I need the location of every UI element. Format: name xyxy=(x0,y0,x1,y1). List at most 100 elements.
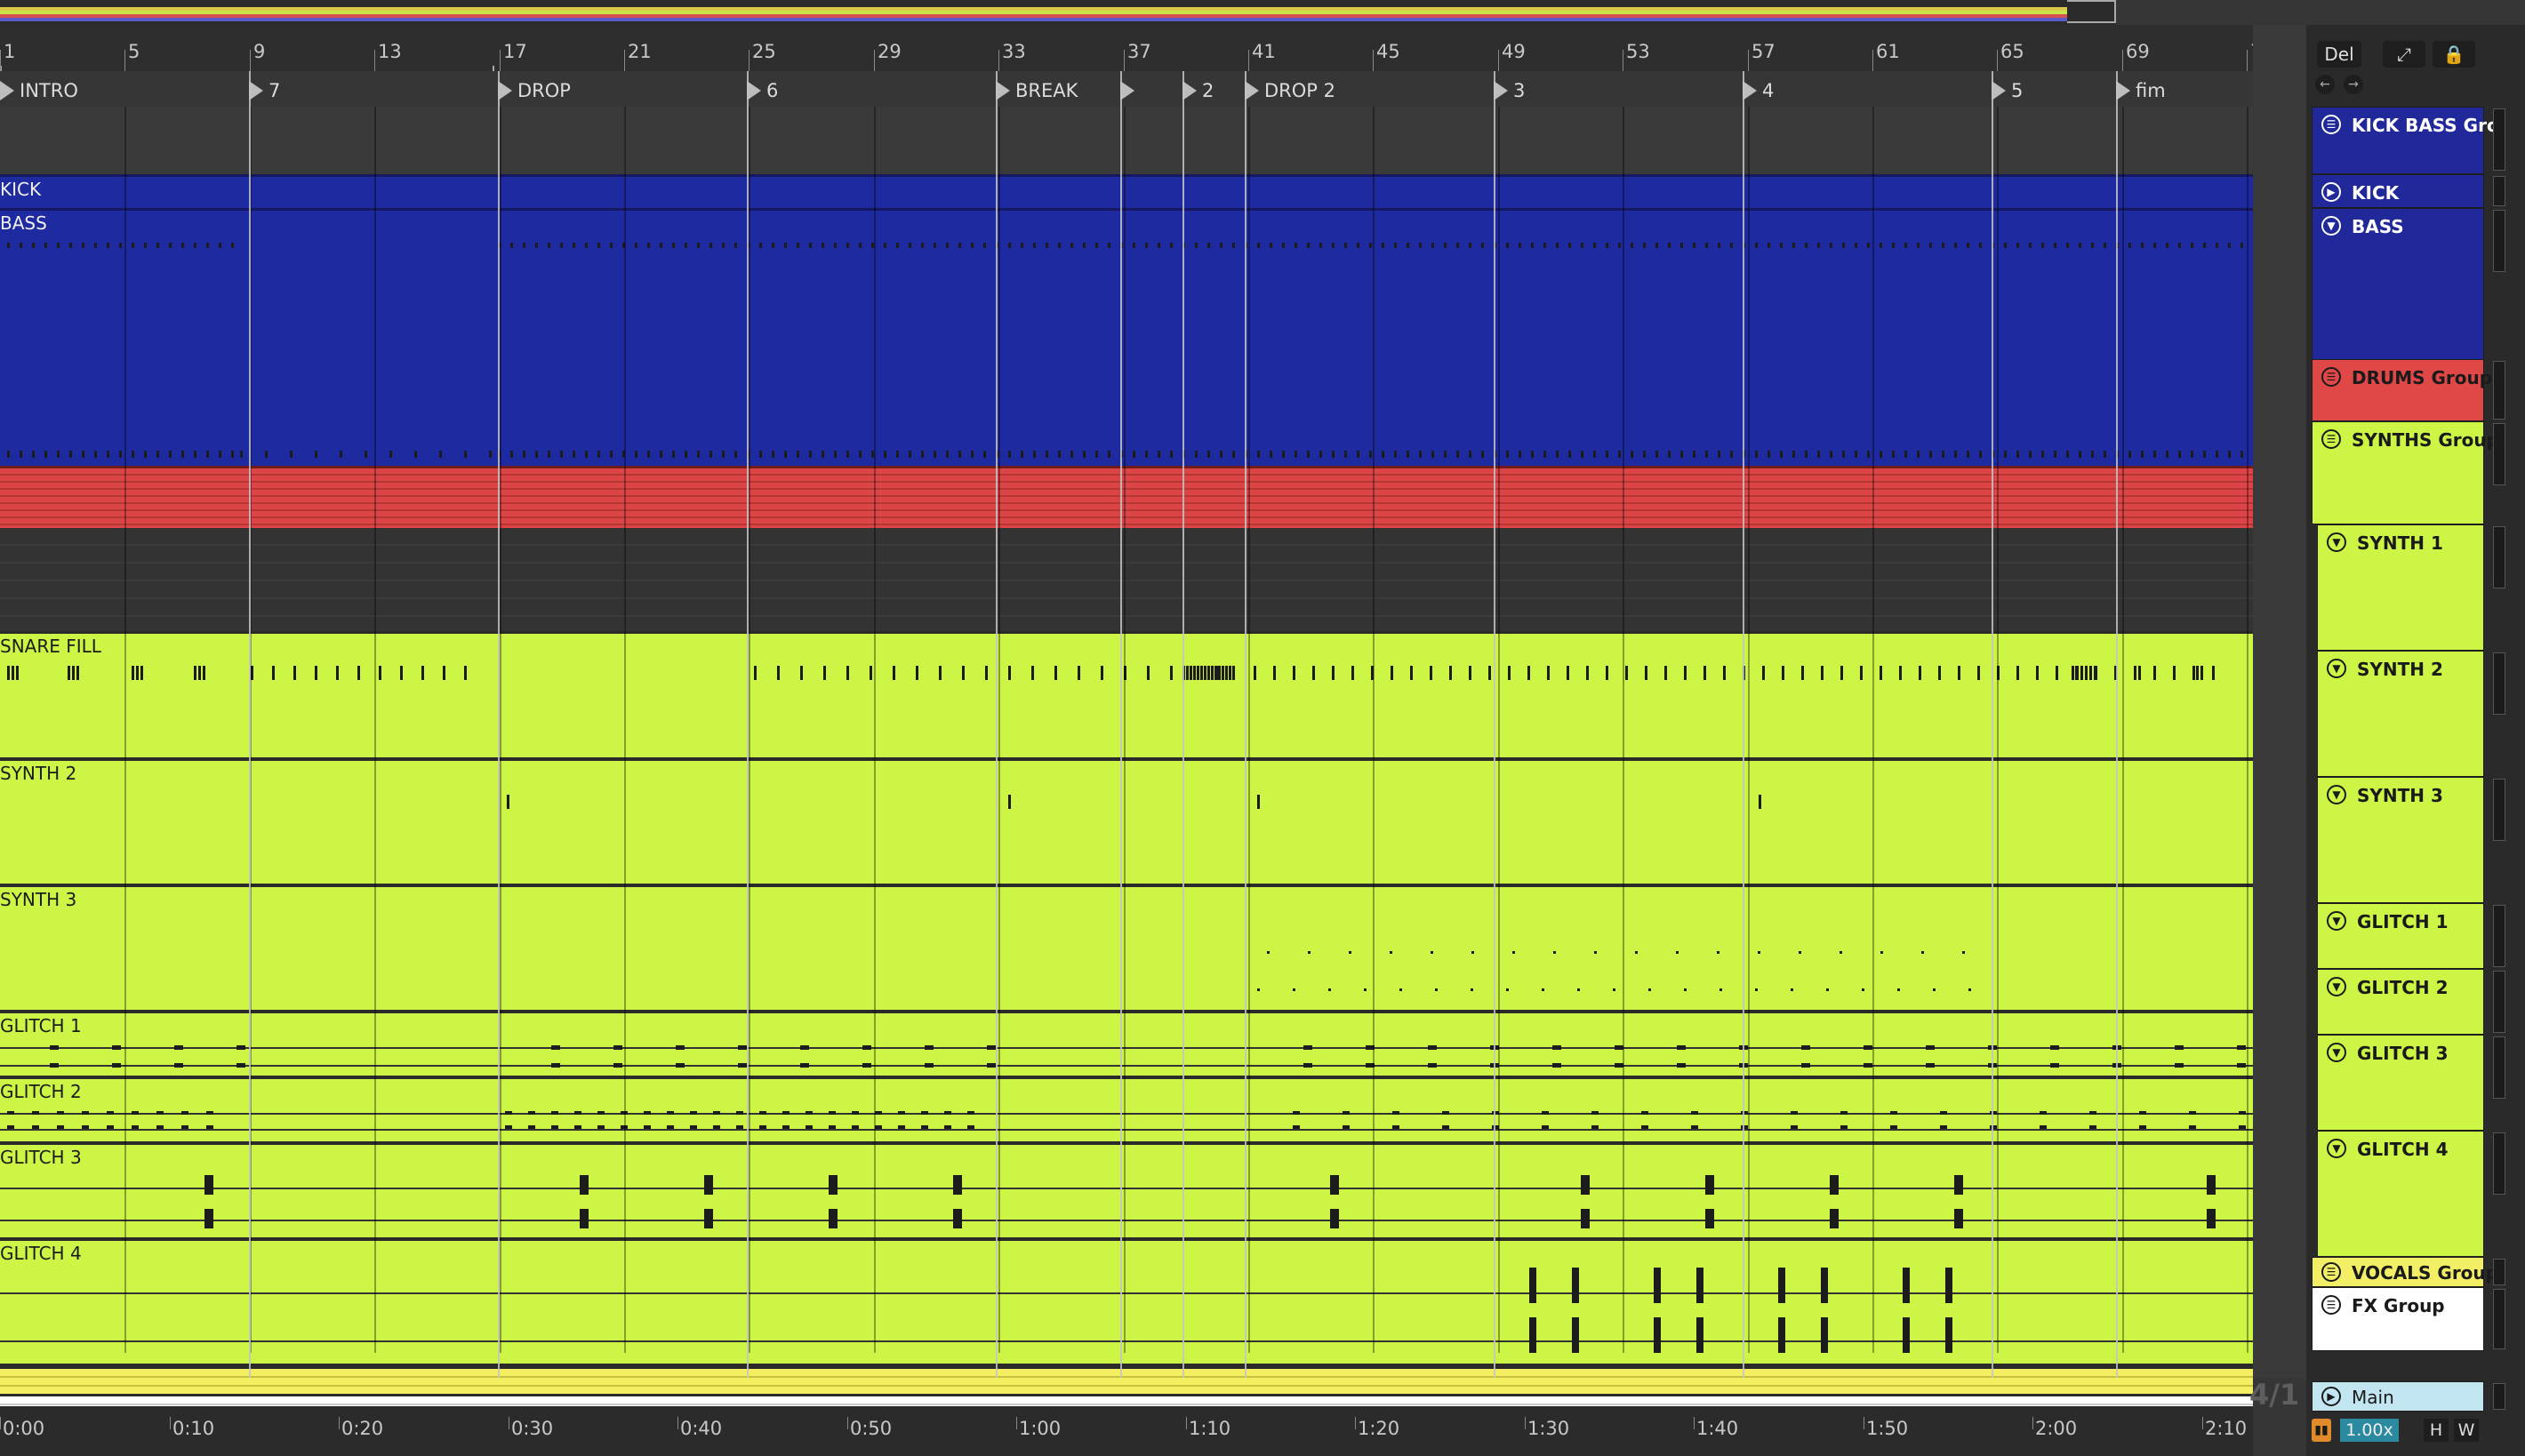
time-ruler[interactable]: 0:00 0:10 0:20 0:30 0:40 0:50 1:00 1:10 1:20 1:30… xyxy=(0,1406,2253,1456)
locator[interactable]: 3 xyxy=(1494,80,1525,101)
track-fold-icon[interactable]: ▼ xyxy=(2327,1139,2346,1158)
bar-tick xyxy=(374,50,375,71)
note xyxy=(535,451,538,458)
track-header-vocals-group[interactable]: ☰ VOCALS Group xyxy=(2312,1257,2498,1287)
lane-bass[interactable]: BASS xyxy=(0,208,2253,466)
locator-play-icon[interactable] xyxy=(1992,81,2006,100)
note xyxy=(846,666,849,680)
track-header-kick-bass-group[interactable]: ☰ KICK BASS Gro xyxy=(2312,107,2499,174)
note xyxy=(169,243,172,248)
clip xyxy=(690,1125,697,1129)
lane-kick-bass-group[interactable] xyxy=(0,107,2253,174)
track-header-kick[interactable]: ▶ KICK xyxy=(2312,174,2484,208)
overview-viewport[interactable] xyxy=(2067,0,2116,23)
lane-drums-group[interactable] xyxy=(0,466,2253,528)
locator[interactable]: 7 xyxy=(249,80,280,101)
lane-kick[interactable]: KICK xyxy=(0,174,2253,208)
note xyxy=(1967,243,1969,248)
track-header-drums-group[interactable]: ☰ DRUMS Group xyxy=(2312,359,2492,421)
track-fold-icon[interactable]: ▼ xyxy=(2327,911,2346,931)
track-header-glitch-3[interactable]: ▼ GLITCH 3 xyxy=(2317,1035,2484,1131)
song-overview[interactable] xyxy=(0,0,2116,26)
arrow-right-icon[interactable]: → xyxy=(2344,75,2363,94)
clip xyxy=(236,1063,245,1068)
locator[interactable]: 4 xyxy=(1743,80,1774,101)
lane-glitch-3[interactable]: GLITCH 3 xyxy=(0,1141,2253,1237)
delete-button[interactable]: Del xyxy=(2317,41,2361,68)
lane-synth-2[interactable]: SYNTH 2 xyxy=(0,757,2253,884)
lane-glitch-2[interactable]: GLITCH 2 xyxy=(0,1076,2253,1141)
locator-play-icon[interactable] xyxy=(1245,81,1259,100)
track-fold-icon[interactable]: ▼ xyxy=(2327,532,2346,552)
group-fold-icon[interactable]: ☰ xyxy=(2321,115,2341,134)
locator-play-icon[interactable] xyxy=(1120,81,1134,100)
locator[interactable] xyxy=(1120,80,1140,101)
locator[interactable]: 5 xyxy=(1992,80,2023,101)
locator[interactable]: INTRO xyxy=(0,80,78,101)
note xyxy=(498,451,501,458)
locator-play-icon[interactable] xyxy=(1182,81,1197,100)
locator-play-icon[interactable] xyxy=(2116,81,2130,100)
locator[interactable]: 2 xyxy=(1182,80,1214,101)
beat-time-ruler[interactable]: 15913172125293337414549535761656973 xyxy=(0,25,2274,76)
track-fold-icon[interactable]: ▼ xyxy=(2321,216,2341,236)
note xyxy=(1684,988,1687,991)
locator-play-icon[interactable] xyxy=(0,81,14,100)
track-header-synth-2[interactable]: ▼ SYNTH 2 xyxy=(2317,651,2484,777)
track-fold-icon[interactable]: ▼ xyxy=(2327,659,2346,678)
track-header-glitch-2[interactable]: ▼ GLITCH 2 xyxy=(2317,969,2484,1035)
track-header-synth-1[interactable]: ▼ SYNTH 1 xyxy=(2317,524,2484,651)
clip xyxy=(690,1111,697,1115)
arrow-left-icon[interactable]: ← xyxy=(2315,75,2335,94)
expand-icon[interactable]: ⤢ xyxy=(2383,41,2425,68)
locator[interactable]: DROP xyxy=(498,80,571,101)
lane-snare-fill[interactable]: SNARE FILL xyxy=(0,631,2253,757)
group-fold-icon[interactable]: ☰ xyxy=(2321,429,2341,449)
locator[interactable]: fim xyxy=(2116,80,2166,101)
locator-play-icon[interactable] xyxy=(249,81,263,100)
bar-number: 9 xyxy=(253,41,266,62)
group-fold-icon[interactable]: ☰ xyxy=(2321,367,2341,387)
lane-glitch-4[interactable]: GLITCH 4 xyxy=(0,1237,2253,1364)
h-button[interactable]: H xyxy=(2424,1419,2449,1442)
cpu-icon[interactable]: ▮▮ xyxy=(2312,1419,2331,1442)
track-header-synth-3[interactable]: ▼ SYNTH 3 xyxy=(2317,777,2484,903)
locator-play-icon[interactable] xyxy=(1743,81,1757,100)
clip xyxy=(174,1045,183,1050)
track-fold-icon[interactable]: ▼ xyxy=(2327,977,2346,996)
locator[interactable]: BREAK xyxy=(996,80,1078,101)
lane-synths-group[interactable] xyxy=(0,528,2253,631)
locator-play-icon[interactable] xyxy=(498,81,512,100)
track-header-fx-group[interactable]: ☰ FX Group xyxy=(2312,1287,2484,1351)
level-meter xyxy=(2493,779,2505,841)
lane-glitch-1[interactable]: GLITCH 1 xyxy=(0,1010,2253,1076)
note xyxy=(1430,666,1432,680)
zoom-value[interactable]: 1.00x xyxy=(2340,1419,2399,1442)
track-header-glitch-4[interactable]: ▼ GLITCH 4 xyxy=(2317,1131,2484,1257)
lane-vocals-group[interactable] xyxy=(0,1364,2253,1394)
track-fold-icon[interactable]: ▶ xyxy=(2321,1387,2341,1406)
note xyxy=(136,666,139,680)
lock-icon[interactable]: 🔒 xyxy=(2433,41,2475,68)
clip xyxy=(1542,1125,1549,1129)
locator[interactable]: 6 xyxy=(747,80,778,101)
group-fold-icon[interactable]: ☰ xyxy=(2321,1295,2341,1315)
track-header-synths-group[interactable]: ☰ SYNTHS Group xyxy=(2312,421,2499,524)
note xyxy=(1655,451,1658,458)
lane-synth-3[interactable]: SYNTH 3 xyxy=(0,884,2253,1010)
track-fold-icon[interactable]: ▼ xyxy=(2327,785,2346,804)
locator[interactable]: DROP 2 xyxy=(1245,80,1335,101)
locator-play-icon[interactable] xyxy=(1494,81,1508,100)
locator-play-icon[interactable] xyxy=(747,81,761,100)
note xyxy=(2134,666,2136,680)
track-header-main[interactable]: ▶ Main xyxy=(2312,1381,2484,1412)
w-button[interactable]: W xyxy=(2454,1419,2479,1442)
track-fold-icon[interactable]: ▼ xyxy=(2327,1043,2346,1062)
track-fold-icon[interactable]: ▶ xyxy=(2321,182,2341,202)
locator-play-icon[interactable] xyxy=(996,81,1010,100)
note xyxy=(1257,988,1260,991)
locator-lane[interactable]: INTRO 7 DROP 6 BREAK 2 DROP 2 3 4 5 fim xyxy=(0,71,2253,108)
track-header-glitch-1[interactable]: ▼ GLITCH 1 xyxy=(2317,903,2484,969)
arrangement-lanes[interactable]: KICK BASS SNARE FILL SYNTH 2 SYNTH 3 GLI… xyxy=(0,107,2253,1456)
group-fold-icon[interactable]: ☰ xyxy=(2321,1262,2341,1282)
